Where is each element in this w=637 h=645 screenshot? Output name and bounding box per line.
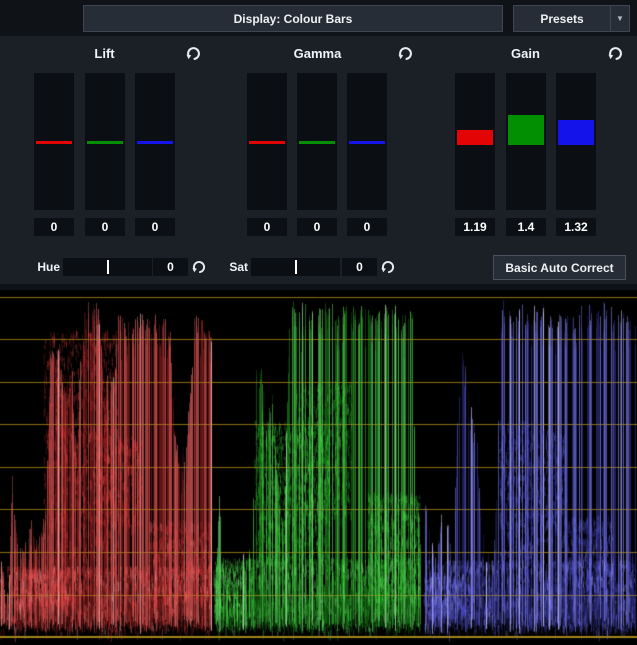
presets-label: Presets <box>514 12 610 26</box>
basic-auto-correct-button[interactable]: Basic Auto Correct <box>493 255 626 280</box>
rgb-waveform-display <box>0 284 637 645</box>
gamma-red-slider[interactable] <box>247 73 287 210</box>
colour-correction-panel: Display: Colour Bars Presets ▼ Lift 0 0 … <box>0 0 637 645</box>
lift-green-handle[interactable] <box>87 141 123 144</box>
lift-green-slider[interactable] <box>85 73 125 210</box>
gamma-green-slider[interactable] <box>297 73 337 210</box>
gamma-red-value[interactable]: 0 <box>247 218 287 236</box>
lift-green-value[interactable]: 0 <box>85 218 125 236</box>
hue-value[interactable]: 0 <box>153 258 188 276</box>
gain-blue-value[interactable]: 1.32 <box>556 218 596 236</box>
gamma-red-handle[interactable] <box>249 141 285 144</box>
top-bar: Display: Colour Bars Presets ▼ <box>0 0 637 36</box>
hue-slider[interactable] <box>63 258 152 276</box>
lift-blue-slider[interactable] <box>135 73 175 210</box>
gamma-blue-handle[interactable] <box>349 141 385 144</box>
gamma-reset-icon[interactable] <box>397 45 414 62</box>
waveform-canvas <box>0 284 637 645</box>
hue-slider-marker[interactable] <box>107 260 109 274</box>
lift-blue-value[interactable]: 0 <box>135 218 175 236</box>
gamma-blue-value[interactable]: 0 <box>347 218 387 236</box>
display-mode-button[interactable]: Display: Colour Bars <box>83 5 503 32</box>
sat-slider[interactable] <box>251 258 340 276</box>
lift-red-slider[interactable] <box>34 73 74 210</box>
sat-slider-marker[interactable] <box>295 260 297 274</box>
gain-section-label: Gain <box>455 46 596 61</box>
lift-red-value[interactable]: 0 <box>34 218 74 236</box>
presets-button[interactable]: Presets ▼ <box>513 5 630 32</box>
gain-blue-slider[interactable] <box>556 73 596 210</box>
lift-red-handle[interactable] <box>36 141 72 144</box>
sat-value[interactable]: 0 <box>342 258 377 276</box>
gain-green-slider[interactable] <box>506 73 546 210</box>
lift-blue-handle[interactable] <box>137 141 173 144</box>
hue-reset-icon[interactable] <box>191 259 207 275</box>
gain-red-slider[interactable] <box>455 73 495 210</box>
sat-reset-icon[interactable] <box>380 259 396 275</box>
gamma-blue-slider[interactable] <box>347 73 387 210</box>
gain-green-value[interactable]: 1.4 <box>506 218 546 236</box>
lift-section-label: Lift <box>34 46 175 61</box>
lift-reset-icon[interactable] <box>185 45 202 62</box>
sat-label: Sat <box>220 258 248 276</box>
gain-green-handle[interactable] <box>508 115 544 145</box>
gain-reset-icon[interactable] <box>607 45 624 62</box>
gamma-section-label: Gamma <box>247 46 388 61</box>
gain-red-handle[interactable] <box>457 130 493 145</box>
gamma-green-value[interactable]: 0 <box>297 218 337 236</box>
gamma-green-handle[interactable] <box>299 141 335 144</box>
hue-label: Hue <box>30 258 60 276</box>
chevron-down-icon[interactable]: ▼ <box>611 14 629 23</box>
gain-red-value[interactable]: 1.19 <box>455 218 495 236</box>
gain-blue-handle[interactable] <box>558 120 594 145</box>
